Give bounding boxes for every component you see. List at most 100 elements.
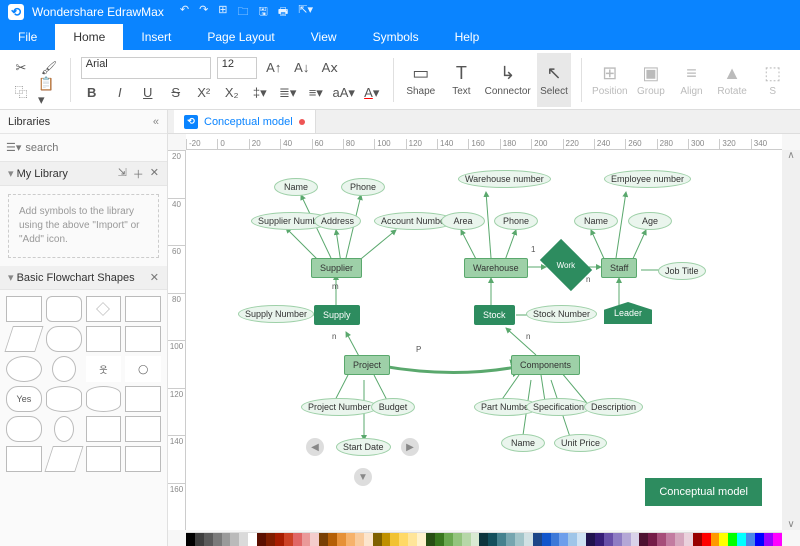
- attr-specification[interactable]: Specification: [526, 398, 591, 416]
- color-swatch[interactable]: [755, 533, 764, 546]
- shape-person[interactable]: ◯: [125, 356, 161, 382]
- shape-roundrect[interactable]: [46, 296, 82, 322]
- align-tool[interactable]: ≡Align: [674, 53, 709, 107]
- color-swatch[interactable]: [711, 533, 720, 546]
- decrease-font-button[interactable]: A↓: [291, 58, 313, 78]
- color-swatch[interactable]: [435, 533, 444, 546]
- menu-help[interactable]: Help: [437, 24, 498, 50]
- color-swatch[interactable]: [631, 533, 640, 546]
- underline-button[interactable]: U: [137, 83, 159, 103]
- shape-capsule[interactable]: [46, 326, 82, 352]
- attr-address[interactable]: Address: [314, 212, 361, 230]
- subscript-button[interactable]: X₂: [221, 83, 243, 103]
- numbering-button[interactable]: ≡▾: [305, 83, 327, 103]
- attr-name2[interactable]: Name: [574, 212, 618, 230]
- color-swatch[interactable]: [719, 533, 728, 546]
- color-swatch[interactable]: [479, 533, 488, 546]
- shape-preparation[interactable]: [125, 326, 161, 352]
- shape-cylinder[interactable]: [46, 386, 82, 412]
- shape-rect[interactable]: [6, 296, 42, 322]
- color-swatch[interactable]: [373, 533, 382, 546]
- bullets-button[interactable]: ≣▾: [277, 83, 299, 103]
- shape-offpage[interactable]: [86, 416, 122, 442]
- attr-job-title[interactable]: Job Title: [658, 262, 706, 280]
- bold-button[interactable]: B: [81, 83, 103, 103]
- clear-format-button[interactable]: Aⅹ: [319, 58, 341, 78]
- color-swatch[interactable]: [444, 533, 453, 546]
- color-swatch[interactable]: [284, 533, 293, 546]
- library-menu-icon[interactable]: ☰▾: [6, 141, 21, 154]
- color-swatch[interactable]: [551, 533, 560, 546]
- shape-term2[interactable]: [6, 416, 42, 442]
- color-swatch[interactable]: [764, 533, 773, 546]
- color-swatch[interactable]: [773, 533, 782, 546]
- attr-description[interactable]: Description: [584, 398, 643, 416]
- menu-home[interactable]: Home: [55, 24, 123, 50]
- text-tool[interactable]: TText: [444, 53, 479, 107]
- attr-budget[interactable]: Budget: [371, 398, 415, 416]
- color-swatch[interactable]: [275, 533, 284, 546]
- shape-connector[interactable]: [54, 416, 74, 442]
- add-icon[interactable]: ＋: [133, 166, 144, 182]
- vertical-scrollbar[interactable]: ∧∨: [782, 150, 800, 530]
- shape-actor[interactable]: 웃: [86, 356, 122, 382]
- shape-io[interactable]: [44, 446, 83, 472]
- color-swatch[interactable]: [622, 533, 631, 546]
- connector-tool[interactable]: ↳Connector: [485, 53, 531, 107]
- color-swatch[interactable]: [222, 533, 231, 546]
- color-swatch[interactable]: [319, 533, 328, 546]
- paste-button[interactable]: 📋▾: [38, 82, 60, 102]
- color-swatch[interactable]: [417, 533, 426, 546]
- color-swatch[interactable]: [675, 533, 684, 546]
- entity-supplier[interactable]: Supplier: [311, 258, 362, 278]
- color-swatch[interactable]: [408, 533, 417, 546]
- rotate-tool[interactable]: ▲Rotate: [715, 53, 750, 107]
- color-swatch[interactable]: [257, 533, 266, 546]
- color-swatch[interactable]: [355, 533, 364, 546]
- attr-phone[interactable]: Phone: [341, 178, 385, 196]
- shape-data2[interactable]: [125, 416, 161, 442]
- color-swatch[interactable]: [390, 533, 399, 546]
- export-icon[interactable]: ⇱▾: [298, 3, 313, 22]
- close-section-icon[interactable]: ✕: [150, 271, 159, 284]
- strikethrough-button[interactable]: S: [165, 83, 187, 103]
- color-swatch[interactable]: [346, 533, 355, 546]
- color-swatch[interactable]: [364, 533, 373, 546]
- color-swatch[interactable]: [453, 533, 462, 546]
- print-icon[interactable]: 🖶: [278, 3, 288, 22]
- shape-doc2[interactable]: [125, 446, 161, 472]
- color-swatch[interactable]: [515, 533, 524, 546]
- import-icon[interactable]: ⇲: [118, 166, 127, 182]
- color-swatch[interactable]: [524, 533, 533, 546]
- color-swatch[interactable]: [310, 533, 319, 546]
- color-swatch[interactable]: [559, 533, 568, 546]
- color-swatch[interactable]: [666, 533, 675, 546]
- shape-display[interactable]: [125, 386, 161, 412]
- attr-start-date[interactable]: Start Date: [336, 438, 391, 456]
- shape-doc[interactable]: [125, 296, 161, 322]
- attr-age[interactable]: Age: [628, 212, 672, 230]
- color-swatch[interactable]: [693, 533, 702, 546]
- case-button[interactable]: aA▾: [333, 83, 355, 103]
- shape-circle[interactable]: [52, 356, 76, 382]
- attr-unit-price[interactable]: Unit Price: [554, 434, 607, 452]
- font-color-button[interactable]: A▾: [361, 83, 383, 103]
- entity-stock[interactable]: Stock: [474, 305, 515, 325]
- color-swatch[interactable]: [382, 533, 391, 546]
- attr-employee-number[interactable]: Employee number: [604, 170, 691, 188]
- new-icon[interactable]: ⊞: [218, 3, 227, 22]
- color-swatch[interactable]: [657, 533, 666, 546]
- close-section-icon[interactable]: ✕: [150, 166, 159, 182]
- attr-project-number[interactable]: Project Number: [301, 398, 378, 416]
- position-tool[interactable]: ⊞Position: [592, 53, 628, 107]
- font-size-select[interactable]: 12: [217, 57, 257, 79]
- entity-staff[interactable]: Staff: [601, 258, 637, 278]
- color-swatch[interactable]: [702, 533, 711, 546]
- redo-icon[interactable]: ↷: [199, 3, 208, 22]
- shape-db[interactable]: [86, 386, 122, 412]
- menu-symbols[interactable]: Symbols: [355, 24, 437, 50]
- select-tool[interactable]: ↖Select: [537, 53, 572, 107]
- entity-warehouse[interactable]: Warehouse: [464, 258, 528, 278]
- color-swatch[interactable]: [462, 533, 471, 546]
- entity-supply[interactable]: Supply: [314, 305, 360, 325]
